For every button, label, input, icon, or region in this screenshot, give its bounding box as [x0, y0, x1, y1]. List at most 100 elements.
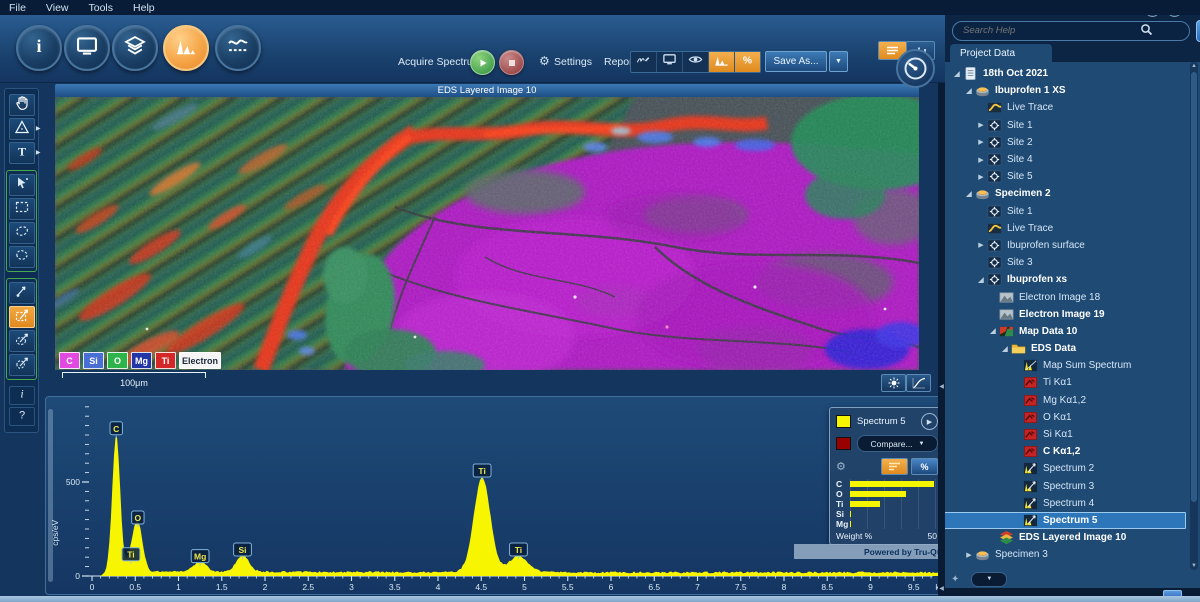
expander-icon[interactable]: ◢ [963, 190, 975, 198]
menu-item-view[interactable]: View [37, 2, 78, 14]
spectrum-view-button[interactable] [163, 25, 209, 71]
report-signature-button[interactable] [631, 52, 657, 72]
pan-tool[interactable] [9, 94, 35, 116]
layers-view-button[interactable] [112, 25, 158, 71]
tree-item-map-sum-spectrum[interactable]: Map Sum Spectrum [945, 357, 1200, 374]
save-as-button[interactable]: Save As... [765, 51, 827, 72]
element-chip-ti[interactable]: Ti [155, 352, 176, 369]
element-chip-c[interactable]: C [59, 352, 80, 369]
report-percent-button[interactable]: % [735, 52, 760, 72]
search-help-input[interactable] [952, 21, 1190, 41]
menu-item-tools[interactable]: Tools [80, 2, 123, 14]
quant-bars-toggle[interactable] [881, 458, 908, 475]
collapse-left-icon[interactable]: ◀ [938, 383, 945, 390]
tree-item-eds-layered-image-10[interactable]: EDS Layered Image 10 [945, 529, 1200, 546]
expander-icon[interactable]: ◢ [951, 70, 963, 78]
ellipse-select-tool[interactable] [9, 222, 35, 244]
rectangle-select-tool[interactable] [9, 198, 35, 220]
expander-icon[interactable]: ▶ [975, 156, 987, 164]
report-chart-button[interactable] [709, 52, 735, 72]
element-chip-electron[interactable]: Electron [179, 352, 221, 369]
eds-layered-map-image[interactable] [55, 97, 919, 370]
tree-item-live-trace[interactable]: Live Trace [945, 99, 1200, 116]
linescan-view-button[interactable] [215, 25, 261, 71]
search-icon[interactable] [1140, 23, 1153, 36]
tree-scrollbar[interactable]: ▲ ▼ [1190, 62, 1198, 570]
tree-item-ti-k-1[interactable]: Ti Kα1 [945, 374, 1200, 391]
tree-item-live-trace[interactable]: Live Trace [945, 220, 1200, 237]
menu-item-help[interactable]: Help [124, 2, 164, 14]
expander-icon[interactable]: ▶ [963, 551, 975, 559]
info-view-button[interactable]: i [16, 25, 62, 71]
performance-gauge[interactable] [896, 49, 935, 88]
rectangle-spectrum-tool[interactable] [9, 306, 35, 328]
tree-scroll-thumb[interactable] [1191, 72, 1197, 502]
tree-item-c-k-1-2[interactable]: C Kα1,2 [945, 443, 1200, 460]
percent-toggle[interactable]: % [911, 458, 938, 475]
collapse-left-icon-2[interactable]: ◀ [938, 585, 945, 592]
tree-item-site-2[interactable]: ▶Site 2 [945, 134, 1200, 151]
freehand-select-tool[interactable] [9, 246, 35, 268]
settings-button[interactable]: Settings [554, 56, 592, 68]
tree-item-specimen-3[interactable]: ▶Specimen 3 [945, 546, 1200, 563]
panel-splitter[interactable]: ◀ ◀ [938, 15, 945, 602]
tree-item-site-3[interactable]: Site 3 [945, 254, 1200, 271]
menu-item-file[interactable]: File [0, 2, 35, 14]
tree-item-ibuprofen-xs[interactable]: ◢Ibuprofen xs [945, 271, 1200, 288]
tree-item-map-data-10[interactable]: ◢Map Data 10 [945, 323, 1200, 340]
ellipse-spectrum-tool[interactable] [9, 330, 35, 352]
tree-item-specimen-2[interactable]: ◢Specimen 2 [945, 185, 1200, 202]
tree-item-ibuprofen-1-xs[interactable]: ◢Ibuprofen 1 XS [945, 82, 1200, 99]
point-spectrum-tool[interactable] [9, 282, 35, 304]
info-tool[interactable]: i [9, 386, 35, 405]
tree-item-spectrum-2[interactable]: Spectrum 2 [945, 460, 1200, 477]
save-as-dropdown[interactable]: ▼ [829, 51, 848, 72]
expander-icon[interactable]: ▶ [975, 241, 987, 249]
tree-item-electron-image-18[interactable]: Electron Image 18 [945, 288, 1200, 305]
element-chip-si[interactable]: Si [83, 352, 104, 369]
expander-icon[interactable]: ◢ [999, 345, 1011, 353]
tree-filter-icon[interactable]: ✦ [951, 574, 959, 585]
tree-footer-dropdown[interactable]: ▼ [971, 572, 1007, 587]
tree-item-18th-oct-2021[interactable]: ◢18th Oct 2021 [945, 65, 1200, 82]
freehand-spectrum-tool[interactable] [9, 354, 35, 376]
expander-icon[interactable]: ◢ [963, 87, 975, 95]
project-data-tab[interactable]: Project Data [950, 44, 1052, 62]
expander-icon[interactable]: ▶ [975, 121, 987, 129]
help-button[interactable]: ? [1196, 20, 1200, 42]
flyout-arrow-icon[interactable]: ▶ [36, 149, 41, 156]
tree-item-mg-k-1-2[interactable]: Mg Kα1,2 [945, 392, 1200, 409]
flyout-arrow-icon[interactable]: ▶ [36, 125, 41, 132]
expander-icon[interactable]: ◢ [975, 276, 987, 284]
tree-item-site-5[interactable]: ▶Site 5 [945, 168, 1200, 185]
point-select-tool[interactable] [9, 174, 35, 196]
expander-icon[interactable]: ▶ [975, 138, 987, 146]
report-eye-button[interactable] [683, 52, 709, 72]
help-tool[interactable]: ? [9, 407, 35, 426]
tree-item-site-4[interactable]: ▶Site 4 [945, 151, 1200, 168]
tree-item-spectrum-3[interactable]: Spectrum 3 [945, 478, 1200, 495]
scroll-up-icon[interactable]: ▲ [1190, 63, 1198, 69]
measure-tool[interactable]: ▶ [9, 118, 35, 140]
element-chip-mg[interactable]: Mg [131, 352, 152, 369]
acquire-stop-button[interactable] [499, 50, 524, 75]
legend-expand-button[interactable]: ▶ [921, 413, 938, 430]
element-chip-o[interactable]: O [107, 352, 128, 369]
tree-item-si-k-1[interactable]: Si Kα1 [945, 426, 1200, 443]
compare-dropdown[interactable]: Compare... ▼ [857, 435, 938, 452]
display-view-button[interactable] [64, 25, 110, 71]
report-display-button[interactable] [657, 52, 683, 72]
text-tool[interactable]: T▶ [9, 142, 35, 164]
scroll-down-icon[interactable]: ▼ [1190, 563, 1198, 569]
tree-item-spectrum-5[interactable]: Spectrum 5 [945, 512, 1200, 529]
eds-spectrum-chart[interactable]: 00.511.522.533.544.555.566.577.588.599.5… [46, 397, 941, 594]
tree-item-o-k-1[interactable]: O Kα1 [945, 409, 1200, 426]
tree-item-site-1[interactable]: ▶Site 1 [945, 117, 1200, 134]
brightness-button[interactable] [881, 374, 906, 392]
tree-item-electron-image-19[interactable]: Electron Image 19 [945, 306, 1200, 323]
legend-settings-gear-icon[interactable]: ⚙ [836, 460, 881, 473]
tree-item-spectrum-4[interactable]: Spectrum 4 [945, 495, 1200, 512]
contrast-curve-button[interactable] [906, 374, 931, 392]
expander-icon[interactable]: ▶ [975, 173, 987, 181]
tree-item-ibuprofen-surface[interactable]: ▶Ibuprofen surface [945, 237, 1200, 254]
